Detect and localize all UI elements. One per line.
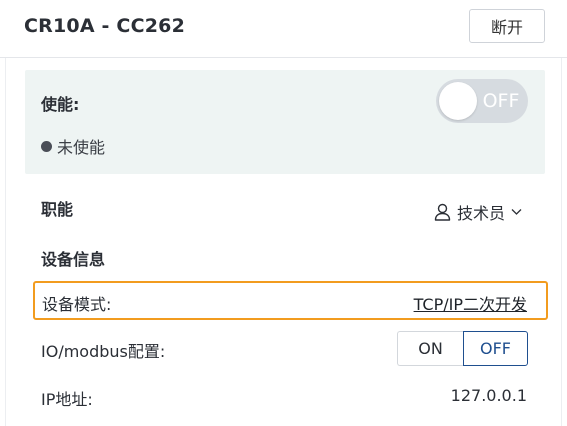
device-mode-label: 设备模式:: [42, 295, 112, 314]
io-off-button[interactable]: OFF: [463, 331, 528, 366]
header: CR10A - CC262 断开: [0, 0, 567, 58]
enable-status-text: 未使能: [57, 138, 106, 157]
io-config-segmented: ON OFF: [397, 331, 528, 366]
device-mode-link[interactable]: TCP/IP二次开发: [414, 291, 527, 315]
io-config-label: IO/modbus配置:: [41, 342, 166, 361]
io-on-button[interactable]: ON: [397, 331, 463, 366]
ip-address-value: 127.0.0.1: [450, 386, 527, 405]
device-info-heading: 设备信息: [41, 250, 106, 269]
user-icon: [434, 203, 451, 221]
toggle-text: OFF: [482, 90, 520, 112]
role-selected-value: 技术员: [457, 204, 506, 223]
enable-toggle[interactable]: OFF: [436, 79, 528, 123]
enable-status: 未使能: [41, 134, 105, 158]
enable-card: 使能: OFF 未使能: [25, 70, 545, 174]
status-dot-icon: [41, 140, 52, 152]
role-label: 职能: [41, 200, 74, 219]
enable-label: 使能:: [41, 95, 80, 114]
chevron-down-icon: [511, 209, 522, 215]
ip-address-label: IP地址:: [41, 390, 93, 409]
role-dropdown[interactable]: 技术员: [434, 200, 522, 224]
page-title: CR10A - CC262: [24, 15, 185, 37]
disconnect-button[interactable]: 断开: [469, 9, 545, 43]
device-mode-row: 设备模式: TCP/IP二次开发: [33, 281, 548, 320]
toggle-knob: [439, 82, 477, 120]
